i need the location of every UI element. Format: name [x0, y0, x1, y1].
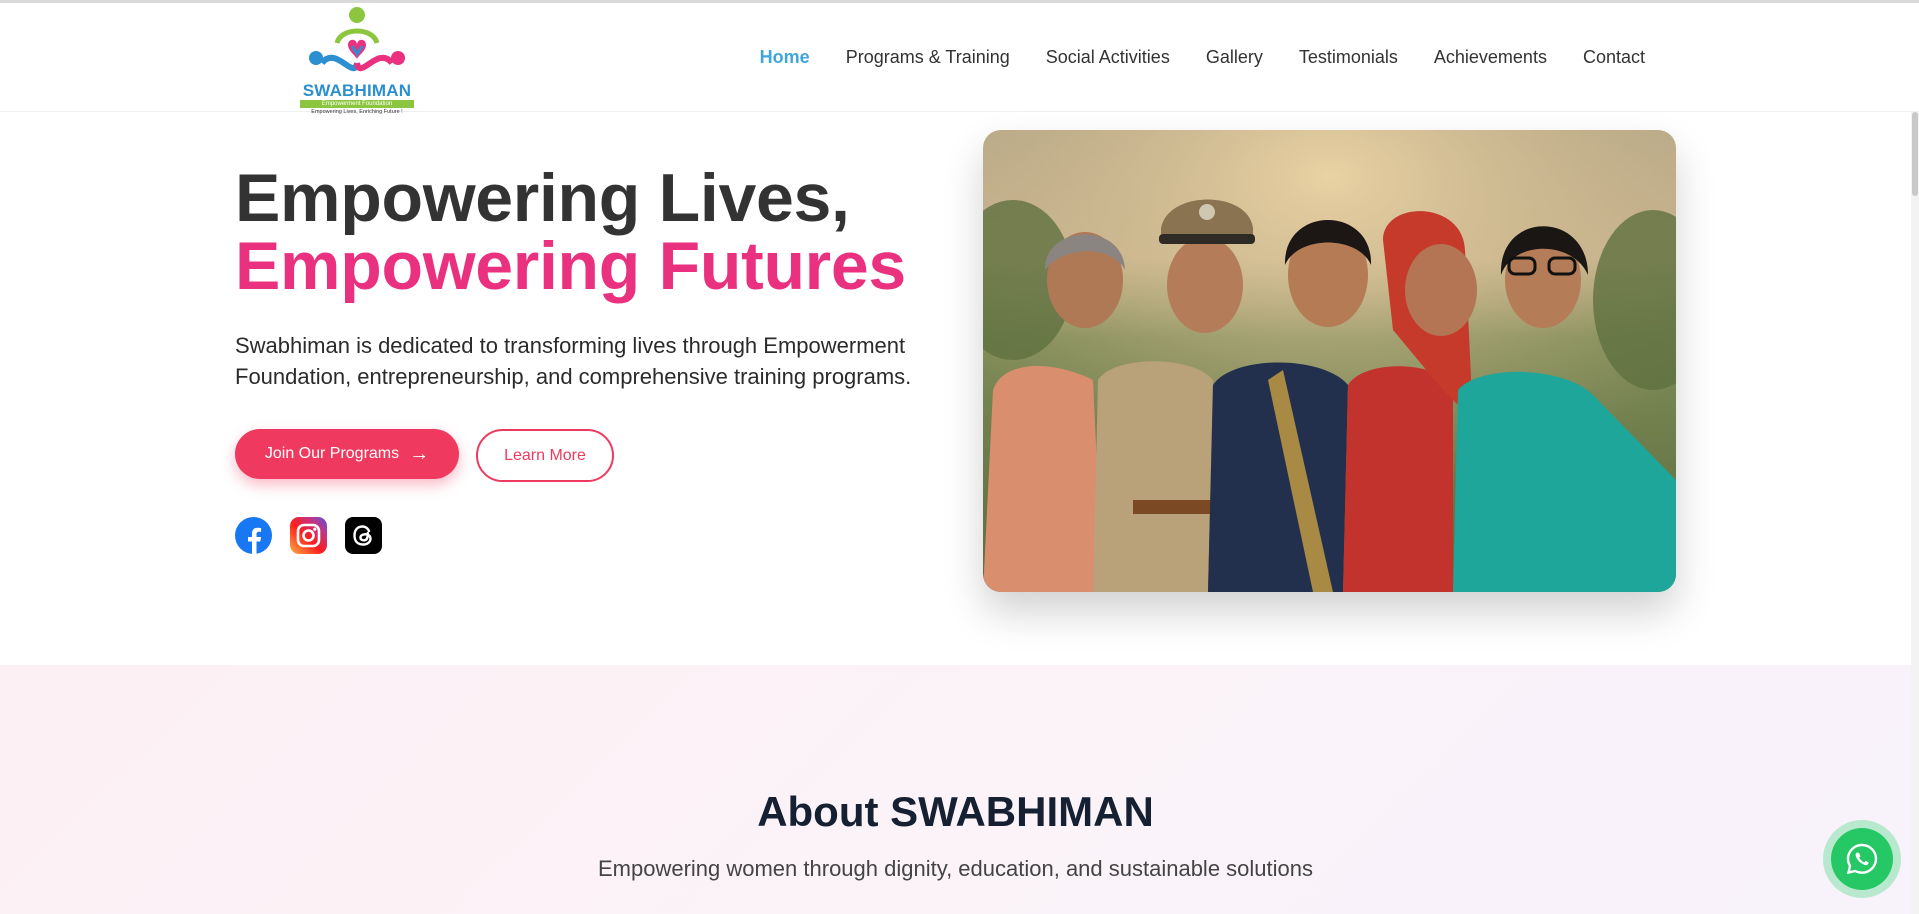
nav-item-programs-training[interactable]: Programs & Training — [846, 47, 1010, 68]
join-programs-label: Join Our Programs — [264, 445, 400, 462]
about-subtitle: Empowering women through dignity, educat… — [597, 856, 1314, 881]
arrow-right-icon: → — [409, 443, 430, 465]
hero-title-line1: Empowering Lives, — [235, 160, 850, 236]
instagram-icon[interactable] — [290, 517, 327, 554]
nav-item-contact[interactable]: Contact — [1583, 47, 1645, 68]
nav-item-social-activities[interactable]: Social Activities — [1046, 47, 1170, 68]
threads-icon[interactable] — [345, 517, 382, 554]
whatsapp-icon — [1831, 828, 1893, 890]
nav-item-home[interactable]: Home — [760, 47, 810, 68]
logo-figures-icon — [309, 7, 405, 72]
facebook-icon[interactable] — [235, 517, 272, 554]
logo-wordmark: SWABHIMAN — [302, 81, 412, 100]
logo-subtitle: Empowerment Foundation — [300, 100, 414, 108]
hero-title-line2: Empowering Futures — [235, 228, 906, 304]
site-header: SWABHIMAN Empowerment Foundation Empower… — [0, 3, 1919, 115]
learn-more-button[interactable]: Learn More — [476, 429, 614, 482]
nav-item-gallery[interactable]: Gallery — [1206, 47, 1263, 68]
hero-image-women-group — [983, 130, 1676, 592]
join-programs-button[interactable]: Join Our Programs → — [235, 429, 459, 479]
hero-title: Empowering Lives, Empowering Futures — [235, 164, 906, 300]
whatsapp-button[interactable] — [1823, 820, 1901, 898]
social-links — [235, 517, 382, 554]
nav-item-testimonials[interactable]: Testimonials — [1299, 47, 1398, 68]
women-group-illustration — [983, 130, 1676, 592]
site-logo[interactable]: SWABHIMAN Empowerment Foundation Empower… — [296, 5, 418, 115]
nav-item-achievements[interactable]: Achievements — [1434, 47, 1547, 68]
about-title: About SWABHIMAN — [757, 788, 1154, 835]
hero-description: Swabhiman is dedicated to transforming l… — [235, 333, 912, 389]
scrollbar-thumb[interactable] — [1912, 112, 1918, 196]
logo-tagline: Empowering Lives, Enriching Future ! — [311, 109, 403, 115]
main-nav: Home Programs & Training Social Activiti… — [760, 47, 1645, 68]
scrollbar-track[interactable] — [1911, 112, 1919, 914]
